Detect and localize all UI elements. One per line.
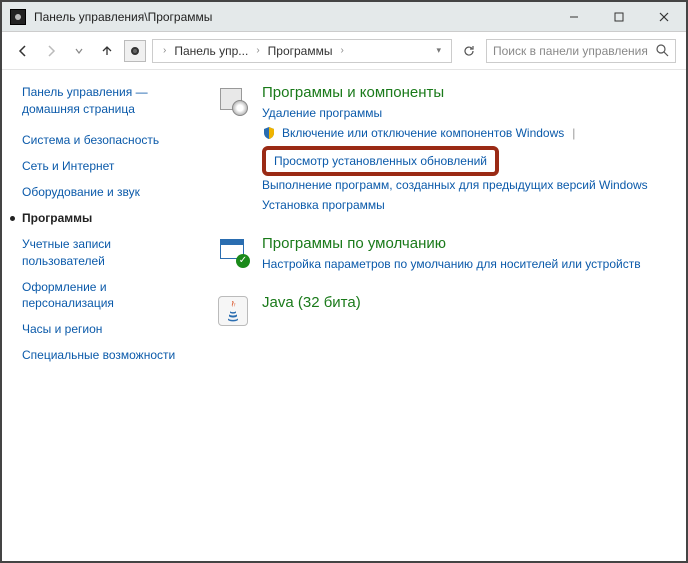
maximize-button[interactable] (596, 2, 641, 31)
view-updates-link[interactable]: Просмотр установленных обновлений (274, 153, 487, 170)
breadcrumb-item[interactable]: Программы (268, 44, 333, 58)
compat-link[interactable]: Выполнение программ, созданных для преды… (262, 177, 670, 194)
shield-icon (262, 126, 276, 140)
install-program-link[interactable]: Установка программы (262, 197, 670, 214)
media-defaults-link[interactable]: Настройка параметров по умолчанию для но… (262, 256, 670, 273)
control-panel-home-link[interactable]: Панель управления — домашняя страница (22, 84, 192, 118)
main-panel: Программы и компоненты Удаление программ… (202, 70, 686, 561)
java-icon (216, 294, 250, 328)
breadcrumb[interactable]: › Панель упр... › Программы › ▾ (152, 39, 452, 63)
search-box[interactable] (486, 39, 676, 63)
separator: | (570, 126, 577, 140)
sidebar-item-programs[interactable]: Программы (22, 210, 192, 226)
section-java: Java (32 бита) (216, 294, 670, 328)
sidebar: Панель управления — домашняя страница Си… (2, 70, 202, 561)
forward-button[interactable] (40, 40, 62, 62)
section-title[interactable]: Программы по умолчанию (262, 235, 670, 252)
address-icon[interactable] (124, 40, 146, 62)
uninstall-link[interactable]: Удаление программы (262, 105, 670, 122)
sidebar-item-clock[interactable]: Часы и регион (22, 321, 192, 337)
highlighted-link: Просмотр установленных обновлений (262, 146, 499, 177)
windows-features-link[interactable]: Включение или отключение компонентов Win… (282, 125, 564, 142)
breadcrumb-item[interactable]: Панель упр... (174, 44, 248, 58)
back-button[interactable] (12, 40, 34, 62)
window-buttons (551, 2, 686, 31)
window-title: Панель управления\Программы (34, 10, 551, 24)
recent-dropdown[interactable] (68, 40, 90, 62)
chevron-right-icon: › (336, 45, 347, 56)
control-panel-icon (10, 9, 26, 25)
search-input[interactable] (493, 44, 653, 58)
sidebar-item-appearance[interactable]: Оформление и персонализация (22, 279, 192, 311)
sidebar-item-accessibility[interactable]: Специальные возможности (22, 347, 192, 363)
sidebar-item-system[interactable]: Система и безопасность (22, 132, 192, 148)
section-programs: Программы и компоненты Удаление программ… (216, 84, 670, 217)
refresh-button[interactable] (458, 40, 480, 62)
chevron-right-icon: › (159, 45, 170, 56)
toolbar: › Панель упр... › Программы › ▾ (2, 32, 686, 70)
chevron-right-icon: › (252, 45, 263, 56)
default-programs-icon: ✓ (216, 235, 250, 269)
search-icon (656, 44, 669, 57)
close-button[interactable] (641, 2, 686, 31)
content: Панель управления — домашняя страница Си… (2, 70, 686, 561)
chevron-down-icon[interactable]: ▾ (432, 45, 445, 56)
section-title[interactable]: Java (32 бита) (262, 294, 670, 311)
section-defaults: ✓ Программы по умолчанию Настройка парам… (216, 235, 670, 276)
sidebar-item-hardware[interactable]: Оборудование и звук (22, 184, 192, 200)
window: Панель управления\Программы › (0, 0, 688, 563)
up-button[interactable] (96, 40, 118, 62)
minimize-button[interactable] (551, 2, 596, 31)
titlebar: Панель управления\Программы (2, 2, 686, 32)
sidebar-item-network[interactable]: Сеть и Интернет (22, 158, 192, 174)
sidebar-item-accounts[interactable]: Учетные записи пользователей (22, 236, 192, 268)
programs-icon (216, 84, 250, 118)
section-title[interactable]: Программы и компоненты (262, 84, 670, 101)
